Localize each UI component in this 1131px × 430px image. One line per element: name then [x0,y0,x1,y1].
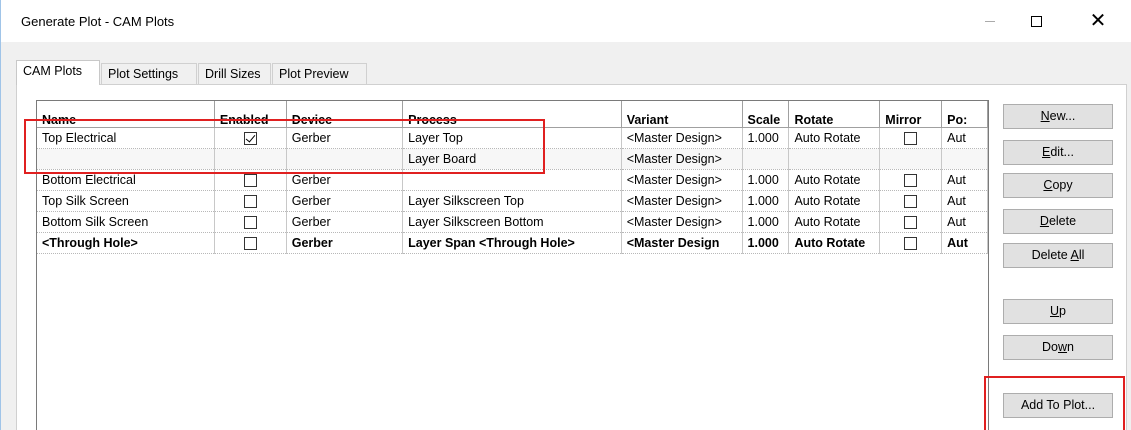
mirror-checkbox[interactable] [904,215,918,229]
up-accel-key: U [1050,304,1060,318]
table-row[interactable]: <Through Hole> Gerber Layer Span <Through … [37,232,988,254]
scale-cell: 1.000 [742,169,790,191]
mirror-cell [879,211,943,233]
enabled-cell [214,232,287,254]
mirror-cell [879,148,943,170]
enabled-checkbox[interactable] [243,173,257,187]
mirror-cell [879,127,943,149]
process-cell: Layer Silkscreen Top [402,190,622,212]
close-icon: ✕ [1089,10,1107,32]
delete-all-accel-key: A [1070,248,1079,262]
delete-accel-key: D [1039,214,1049,228]
rotate-cell: Auto Rotate [788,232,881,254]
variant-cell: <Master Design> [621,127,743,149]
enabled-cell [214,190,287,212]
window-title: Generate Plot - CAM Plots [21,14,175,29]
delete-all-button[interactable]: Delete All [1003,243,1113,268]
process-cell: Layer Span <Through Hole> [402,232,622,254]
down-accel-key: w [1058,340,1068,354]
up-label-post: p [1059,304,1066,318]
mirror-checkbox[interactable] [904,194,918,208]
pos-cell [941,148,988,170]
enabled-cell [214,211,287,233]
delete-button[interactable]: Delete [1003,209,1113,234]
down-button[interactable]: Down [1003,335,1113,360]
edit-button[interactable]: Edit... [1003,140,1113,165]
device-cell: Gerber [286,190,404,212]
device-cell: Gerber [286,232,404,254]
minimize-button[interactable] [967,4,1013,38]
maximize-button[interactable] [1013,4,1059,38]
edit-label-post: dit... [1050,145,1074,159]
mirror-cell [879,169,943,191]
mirror-checkbox[interactable] [904,131,918,145]
down-label-post: n [1067,340,1074,354]
new-label-post: ew... [1049,109,1076,123]
mirror-cell [879,232,943,254]
scale-cell: 1.000 [742,190,790,212]
column-header-mirror[interactable]: Mirror [879,101,943,128]
minimize-icon [985,20,995,22]
mirror-cell [879,190,943,212]
variant-cell: <Master Design> [621,148,743,170]
variant-cell: <Master Design> [621,211,743,233]
title-bar: Generate Plot - CAM Plots ✕ [1,0,1131,42]
close-button[interactable]: ✕ [1075,4,1121,38]
pos-cell: Aut [941,190,988,212]
scale-cell [742,148,790,170]
enabled-checkbox[interactable] [243,236,257,250]
delete-all-label-pre: Delete [1031,248,1071,262]
pos-cell: Aut [941,169,988,191]
tab-plot-settings[interactable]: Plot Settings [101,63,197,84]
variant-cell: <Master Design> [621,190,743,212]
copy-button[interactable]: Copy [1003,173,1113,198]
delete-all-label-post: ll [1078,248,1085,262]
delete-label-post: elete [1048,214,1077,228]
rotate-cell: Auto Rotate [788,190,881,212]
enabled-checkbox[interactable] [243,194,257,208]
tab-plot-preview[interactable]: Plot Preview [272,63,367,84]
new-accel-key: N [1040,109,1050,123]
name-cell: <Through Hole> [37,232,215,254]
column-header-rotate[interactable]: Rotate [788,101,881,128]
scale-cell: 1.000 [742,211,790,233]
enabled-checkbox[interactable] [243,215,257,229]
tab-cam-plots[interactable]: CAM Plots [16,60,100,85]
mirror-checkbox[interactable] [904,236,918,250]
rotate-cell: Auto Rotate [788,127,881,149]
device-cell: Gerber [286,211,404,233]
copy-label-post: opy [1052,178,1073,192]
variant-cell: <Master Design [621,232,743,254]
column-header-scale[interactable]: Scale [742,101,790,128]
mirror-checkbox[interactable] [904,173,918,187]
pos-cell: Aut [941,211,988,233]
column-header-position[interactable]: Po: [941,101,988,128]
name-cell: Bottom Silk Screen [37,211,215,233]
table-row[interactable]: Bottom Silk Screen Gerber Layer Silkscreen… [37,211,988,233]
rotate-cell: Auto Rotate [788,169,881,191]
scale-cell: 1.000 [742,127,790,149]
rotate-cell [788,148,881,170]
tab-drill-sizes[interactable]: Drill Sizes [198,63,271,84]
scale-cell: 1.000 [742,232,790,254]
new-button[interactable]: New... [1003,104,1113,129]
table-row[interactable]: Top Silk Screen Gerber Layer Silkscreen To… [37,190,988,212]
pos-cell: Aut [941,232,988,254]
maximize-icon [1030,15,1042,27]
pos-cell: Aut [941,127,988,149]
name-cell: Top Silk Screen [37,190,215,212]
up-button[interactable]: Up [1003,299,1113,324]
generate-plot-dialog: Generate Plot - CAM Plots ✕ CAM Plots Pl… [0,0,1131,430]
process-cell: Layer Silkscreen Bottom [402,211,622,233]
variant-cell: <Master Design> [621,169,743,191]
highlight-add-to-plot [984,376,1125,430]
down-label-pre: Do [1042,340,1058,354]
column-header-variant[interactable]: Variant [621,101,743,128]
rotate-cell: Auto Rotate [788,211,881,233]
highlight-top-electrical-rows [24,119,545,174]
